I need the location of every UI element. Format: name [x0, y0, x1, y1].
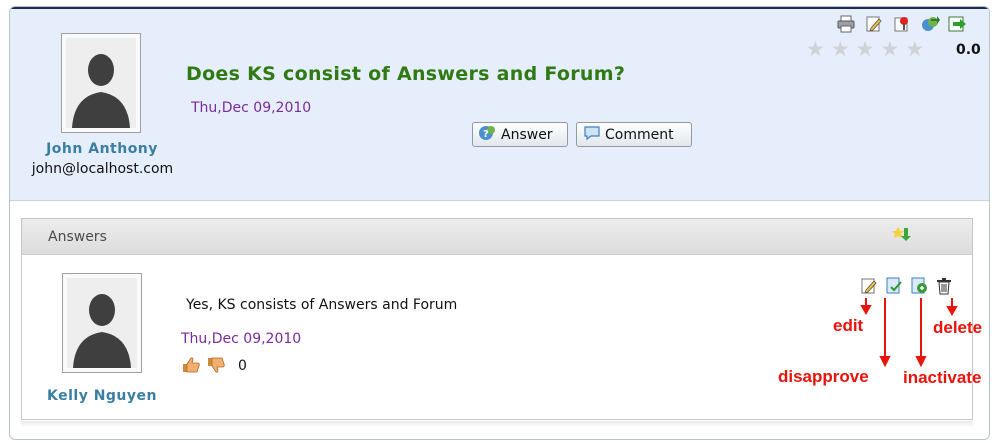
answer-author-avatar[interactable] — [62, 273, 142, 373]
question-author-avatar[interactable] — [61, 33, 141, 133]
question-author-email: john@localhost.com — [31, 161, 174, 177]
answer-button[interactable]: ? Answer — [472, 122, 568, 147]
question-author-name[interactable]: John Anthony — [32, 141, 172, 157]
sort-icon[interactable] — [891, 225, 911, 243]
annotation-delete: delete — [933, 318, 983, 337]
edit-icon[interactable] — [864, 15, 884, 33]
comment-button[interactable]: Comment — [576, 122, 692, 147]
vote-count: 0 — [238, 358, 247, 374]
edit-icon[interactable] — [860, 277, 878, 295]
star-icon[interactable]: ★ — [856, 39, 875, 60]
star-icon[interactable]: ★ — [831, 39, 850, 60]
star-icon[interactable]: ★ — [880, 39, 899, 60]
star-icon[interactable]: ★ — [806, 39, 825, 60]
annotation-disapprove: disapprove — [778, 367, 869, 386]
star-icon[interactable]: ★ — [905, 39, 924, 60]
inactivate-icon[interactable] — [910, 277, 928, 295]
annotation-inactivate: inactivate — [903, 368, 982, 387]
comment-icon — [583, 125, 601, 145]
answer-text: Yes, KS consists of Answers and Forum — [186, 297, 458, 313]
disapprove-icon[interactable] — [885, 277, 903, 295]
thumbs-down-icon[interactable] — [206, 356, 226, 374]
print-icon[interactable] — [836, 15, 856, 33]
export-icon[interactable] — [948, 15, 968, 33]
watch-icon[interactable] — [892, 15, 912, 33]
answers-header: Answers — [22, 219, 972, 255]
comment-button-label: Comment — [605, 126, 674, 143]
delete-icon[interactable] — [935, 277, 953, 295]
rating-stars[interactable]: ★ ★ ★ ★ ★ — [806, 39, 924, 60]
answers-title: Answers — [48, 229, 107, 245]
move-icon[interactable] — [920, 15, 940, 33]
answer-author-name[interactable]: Kelly Nguyen — [37, 388, 167, 404]
question-toolbar — [836, 15, 968, 33]
question-panel: John Anthony john@localhost.com Does KS … — [10, 9, 989, 201]
thumbs-up-icon[interactable] — [181, 356, 201, 374]
answer-icon: ? — [477, 124, 497, 146]
question-title: Does KS consist of Answers and Forum? — [186, 63, 626, 85]
answer-date: Thu,Dec 09,2010 — [181, 331, 302, 347]
annotation-edit: edit — [833, 316, 864, 335]
question-date: Thu,Dec 09,2010 — [191, 100, 312, 116]
rating-value: 0.0 — [956, 42, 981, 58]
answers-panel: Answers Kelly Nguyen Yes, KS consists of… — [21, 218, 973, 420]
answer-button-label: Answer — [501, 126, 553, 143]
answer-toolbar — [860, 277, 953, 295]
svg-text:?: ? — [483, 129, 489, 140]
panel-shadow — [21, 421, 973, 427]
